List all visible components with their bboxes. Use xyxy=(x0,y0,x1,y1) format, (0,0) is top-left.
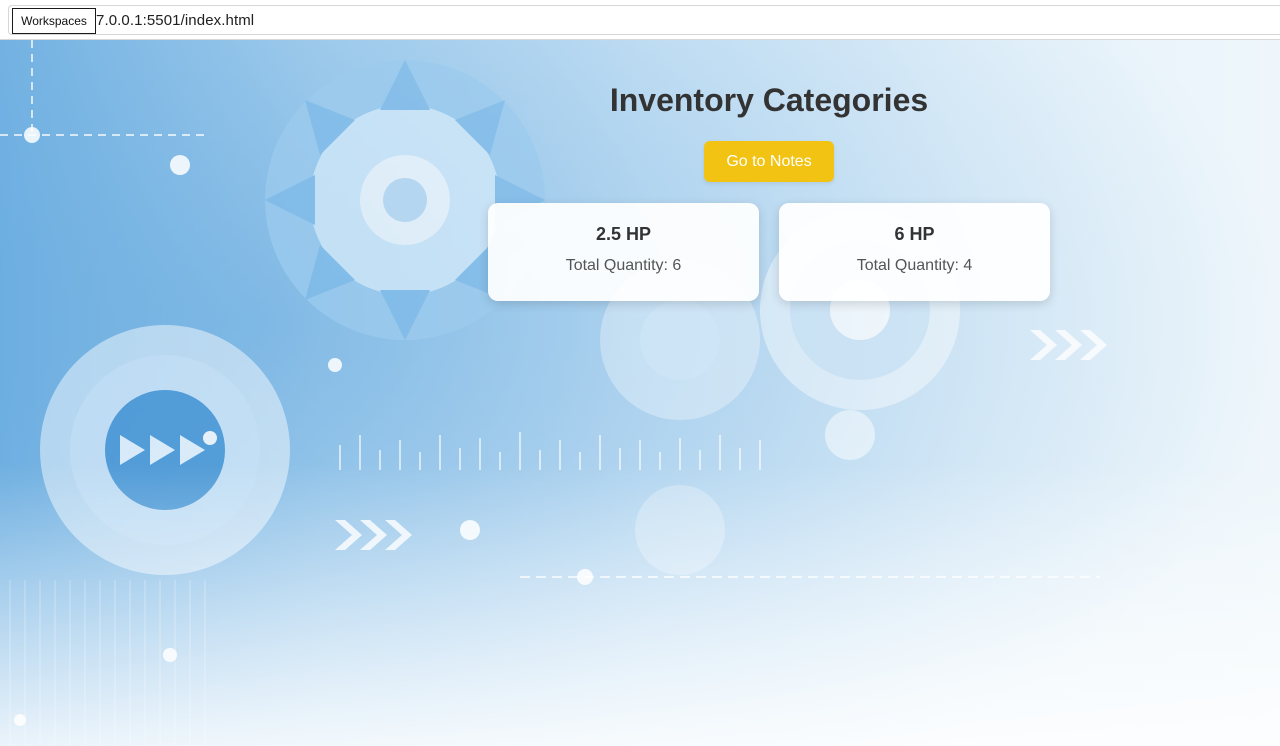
category-name: 2.5 HP xyxy=(595,224,652,244)
category-name: 6 HP xyxy=(894,224,935,244)
workspaces-tooltip: Workspaces xyxy=(12,8,96,34)
category-quantity: Total Quantity: 4 xyxy=(856,257,973,274)
go-to-notes-button[interactable]: Go to Notes xyxy=(704,141,834,182)
url-text[interactable]: 7.0.0.1:5501/index.html xyxy=(96,12,254,29)
category-card[interactable]: 2.5 HP Total Quantity: 6 xyxy=(488,203,759,301)
page-title: Inventory Categories xyxy=(609,82,929,118)
category-quantity: Total Quantity: 6 xyxy=(565,257,682,274)
browser-address-bar: 7.0.0.1:5501/index.html Workspaces xyxy=(0,0,1280,40)
gear-background-image xyxy=(0,40,1280,746)
category-card[interactable]: 6 HP Total Quantity: 4 xyxy=(779,203,1050,301)
page-content: Inventory Categories Go to Notes 2.5 HP … xyxy=(0,40,1280,746)
